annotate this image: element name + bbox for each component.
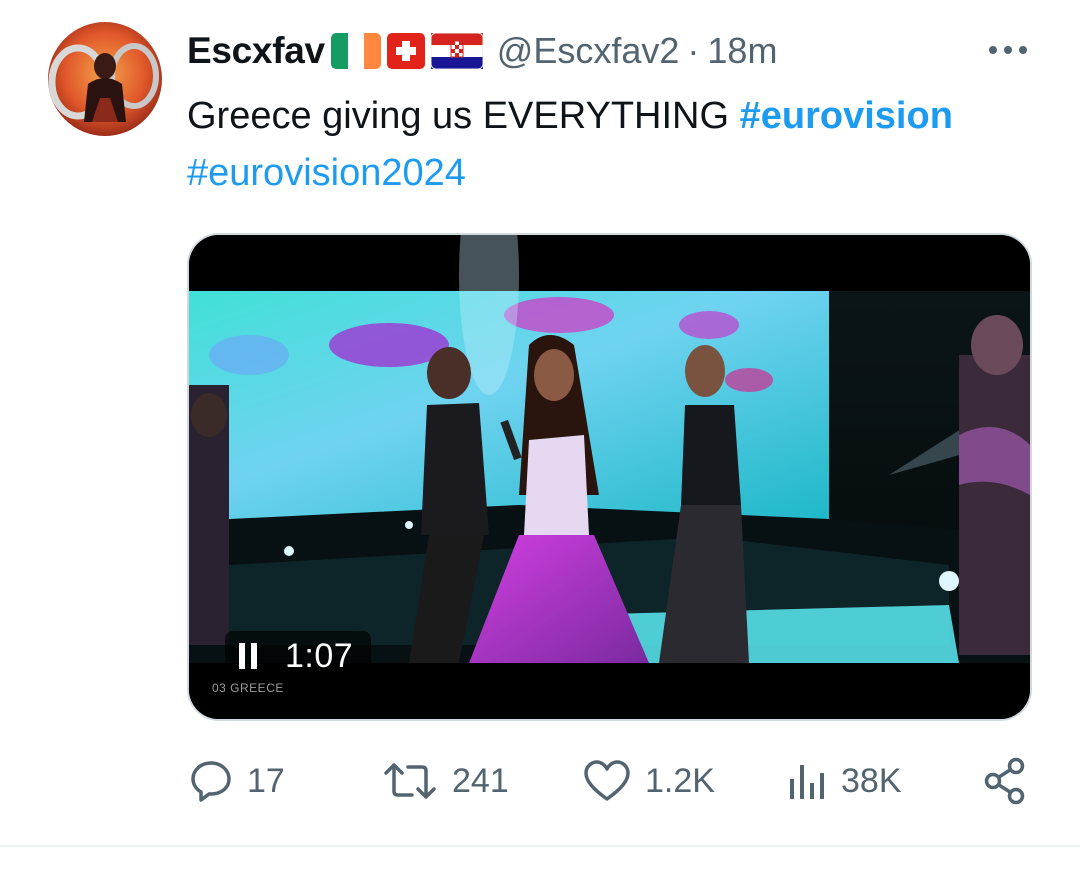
tweet-header: Escxfav @Escxfav2 · 18m — [187, 26, 777, 76]
video-time: 1:07 — [285, 636, 354, 675]
tweet-text: Greece giving us EVERYTHING #eurovision … — [187, 88, 1037, 202]
like-button[interactable]: 1.2K — [583, 756, 715, 806]
avatar[interactable] — [48, 22, 162, 136]
pause-icon[interactable] — [239, 643, 257, 669]
reply-count: 17 — [247, 761, 285, 800]
separator-dot: · — [687, 30, 700, 71]
views-count: 38K — [841, 761, 902, 800]
timestamp[interactable]: 18m — [707, 30, 777, 72]
ireland-flag-icon — [330, 33, 381, 69]
avatar-image — [48, 22, 162, 136]
retweet-count: 241 — [452, 761, 509, 800]
video-caption: 03 GREECE — [212, 681, 284, 695]
hashtag-link[interactable]: #eurovision2024 — [187, 152, 466, 194]
like-icon — [584, 760, 630, 801]
croatia-flag-icon — [430, 33, 483, 69]
share-icon — [984, 757, 1025, 805]
display-name[interactable]: Escxfav — [187, 30, 325, 72]
tweet-actions: 17 241 1.2K 38K — [187, 756, 1047, 806]
video-player[interactable]: 1:07 03 GREECE — [187, 233, 1032, 721]
share-button[interactable] — [983, 756, 1027, 806]
views-button[interactable]: 38K — [787, 756, 902, 806]
tweet-body: Greece giving us EVERYTHING — [187, 95, 740, 137]
hashtag-link[interactable]: #eurovision — [740, 95, 953, 137]
views-icon — [790, 765, 824, 799]
user-handle[interactable]: @Escxfav2 — [497, 30, 680, 72]
divider — [0, 845, 1080, 847]
more-options-button[interactable] — [984, 34, 1032, 66]
retweet-button[interactable]: 241 — [382, 756, 509, 806]
more-icon — [989, 46, 1027, 54]
video-controls[interactable]: 1:07 — [225, 631, 372, 681]
reply-button[interactable]: 17 — [189, 756, 285, 806]
retweet-icon — [384, 763, 436, 799]
like-count: 1.2K — [645, 761, 715, 800]
reply-icon — [191, 761, 231, 802]
switzerland-flag-icon — [386, 33, 425, 69]
